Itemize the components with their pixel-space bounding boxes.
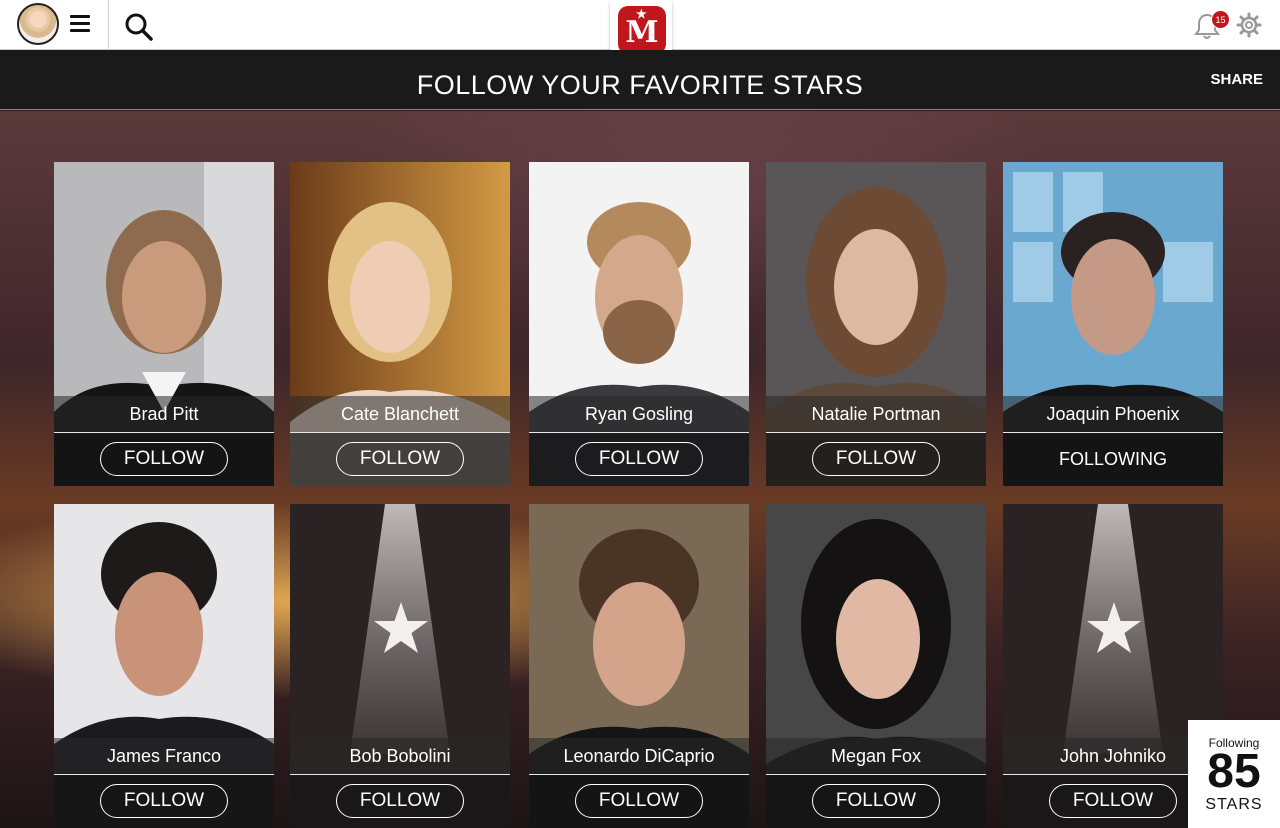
star-name: Ryan Gosling xyxy=(529,396,749,432)
action-band: FOLLOW xyxy=(290,775,510,828)
logo-star-icon: ★ xyxy=(636,7,647,21)
counter-number: 85 xyxy=(1207,745,1261,798)
star-name: Megan Fox xyxy=(766,738,986,774)
gear-icon[interactable] xyxy=(1236,12,1262,38)
title-bar: FOLLOW YOUR FAVORITE STARS SHARE xyxy=(0,50,1280,110)
notification-badge[interactable]: 15 xyxy=(1211,10,1230,29)
follow-button[interactable]: FOLLOW xyxy=(336,784,464,818)
star-name: James Franco xyxy=(54,738,274,774)
following-counter[interactable]: Following 85 STARS xyxy=(1188,720,1280,828)
action-band: FOLLOW xyxy=(290,433,510,486)
action-band: FOLLOW xyxy=(529,775,749,828)
menu-icon[interactable] xyxy=(70,15,90,33)
search-icon[interactable] xyxy=(124,12,154,42)
star-name: Leonardo DiCaprio xyxy=(529,738,749,774)
follow-button[interactable]: FOLLOW xyxy=(1049,784,1177,818)
star-card[interactable]: Brad Pitt FOLLOW xyxy=(54,162,274,486)
star-name: Bob Bobolini xyxy=(290,738,510,774)
follow-button[interactable]: FOLLOW xyxy=(336,442,464,476)
follow-button[interactable]: FOLLOW xyxy=(575,784,703,818)
action-band: FOLLOWING xyxy=(1003,433,1223,486)
share-button[interactable]: SHARE xyxy=(1210,71,1263,88)
action-band: FOLLOW xyxy=(529,433,749,486)
action-band: FOLLOW xyxy=(766,775,986,828)
top-bar: ★ M 15 xyxy=(0,0,1280,62)
logo-mark: ★ M xyxy=(618,6,666,54)
counter-unit: STARS xyxy=(1205,796,1263,813)
star-name: Cate Blanchett xyxy=(290,396,510,432)
action-band: FOLLOW xyxy=(766,433,986,486)
follow-button[interactable]: FOLLOW xyxy=(100,784,228,818)
star-card[interactable]: Joaquin Phoenix FOLLOWING xyxy=(1003,162,1223,486)
star-icon xyxy=(1087,602,1141,653)
star-name: Brad Pitt xyxy=(54,396,274,432)
star-name: Natalie Portman xyxy=(766,396,986,432)
follow-button[interactable]: FOLLOW xyxy=(100,442,228,476)
action-band: FOLLOW xyxy=(54,433,274,486)
follow-button[interactable]: FOLLOW xyxy=(812,784,940,818)
star-name: Joaquin Phoenix xyxy=(1003,396,1223,432)
star-icon xyxy=(374,602,428,653)
star-card[interactable]: James Franco FOLLOW xyxy=(54,504,274,828)
user-avatar[interactable] xyxy=(17,3,59,45)
star-card[interactable]: Cate Blanchett FOLLOW xyxy=(290,162,510,486)
header-divider xyxy=(108,0,109,50)
star-card[interactable]: Megan Fox FOLLOW xyxy=(766,504,986,828)
following-label[interactable]: FOLLOWING xyxy=(1003,433,1223,486)
action-band: FOLLOW xyxy=(54,775,274,828)
follow-button[interactable]: FOLLOW xyxy=(812,442,940,476)
star-card[interactable]: Leonardo DiCaprio FOLLOW xyxy=(529,504,749,828)
star-card[interactable]: Natalie Portman FOLLOW xyxy=(766,162,986,486)
follow-button[interactable]: FOLLOW xyxy=(575,442,703,476)
page-title: FOLLOW YOUR FAVORITE STARS xyxy=(416,70,864,100)
star-card[interactable]: Ryan Gosling FOLLOW xyxy=(529,162,749,486)
star-card[interactable]: Bob Bobolini FOLLOW xyxy=(290,504,510,828)
